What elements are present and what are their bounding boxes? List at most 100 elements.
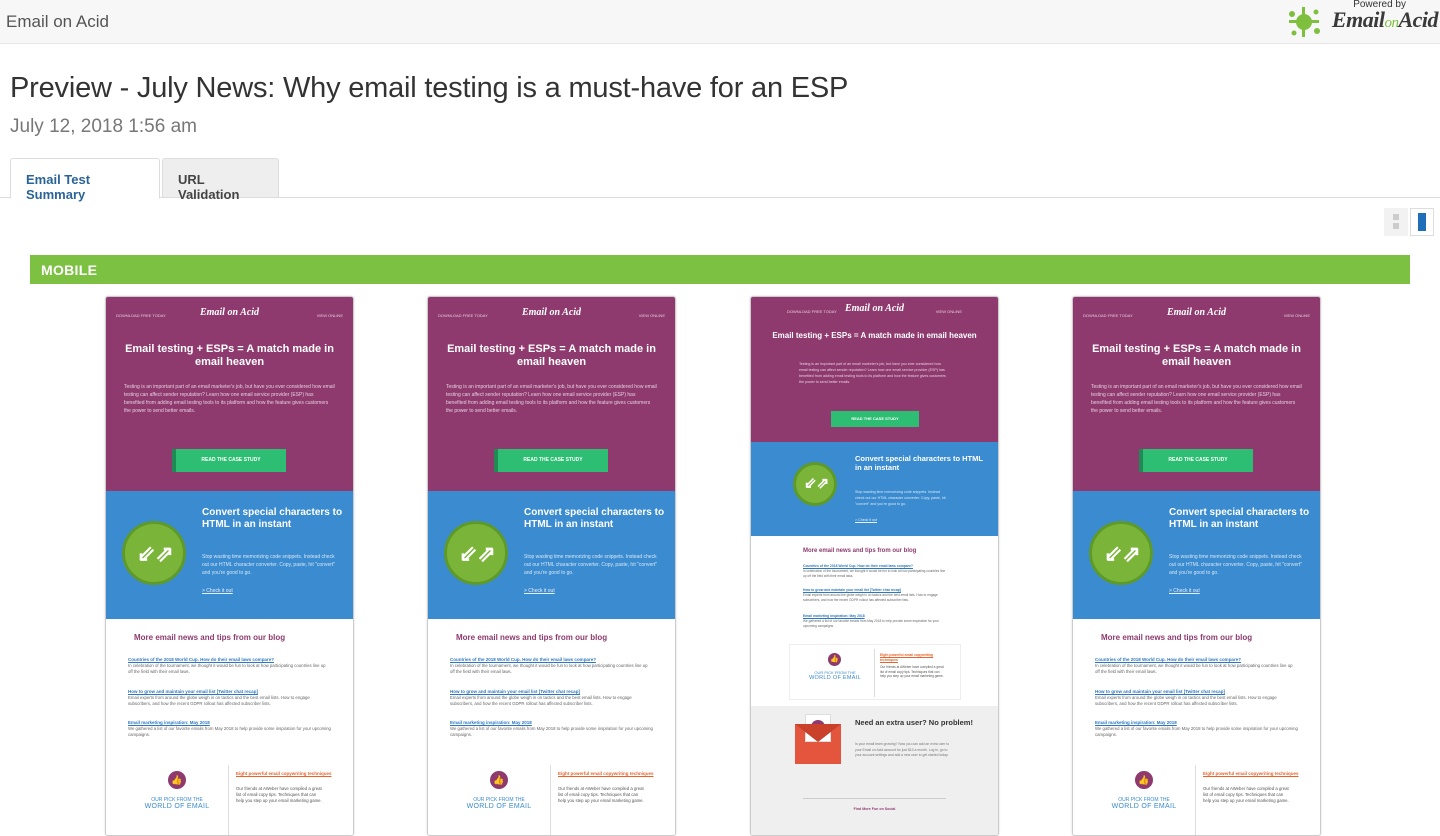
blog-section: More email news and tips from our blog C… <box>751 536 998 706</box>
brand-name: Email on Acid <box>6 12 109 31</box>
list-view-icon[interactable] <box>1410 208 1434 236</box>
hero-section: DOWNLOAD FREE TODAY Email on Acid VIEW O… <box>1073 297 1320 491</box>
blog-item: How to grow and maintain your email list… <box>1095 689 1277 706</box>
blog-item: Email marketing inspiration: May 2018 We … <box>450 720 653 737</box>
promo-section: ⇙⇗ Convert special characters to HTML in… <box>106 491 353 619</box>
section-bar-mobile: MOBILE <box>30 255 1410 284</box>
promo-section: ⇙⇗ Convert special characters to HTML in… <box>1073 491 1320 619</box>
extra-user-title: Need an extra user? No problem! <box>855 718 973 727</box>
blog-item: Countries of the 2018 World Cup. How do … <box>803 564 946 578</box>
blog-item: Countries of the 2018 World Cup. How do … <box>128 657 326 674</box>
blog-item: Email marketing inspiration: May 2018 We … <box>1095 720 1298 737</box>
email-on-acid-logo: Powered by EmailonAcid <box>1286 0 1438 42</box>
download-link: DOWNLOAD FREE TODAY <box>116 313 166 318</box>
promo-title: Convert special characters to HTML in an… <box>202 507 343 530</box>
blog-section: More email news and tips from our blog C… <box>1073 619 1320 835</box>
promo-link: > Check it out <box>524 588 555 594</box>
view-toggle <box>1384 208 1434 236</box>
hero-title: Email testing + ESPs = A match made in e… <box>1092 343 1301 368</box>
pick-section: 👍 OUR PICK FROM THE WORLD OF EMAIL Eight… <box>1073 759 1320 835</box>
promo-body: Stop wasting time memorizing code snippe… <box>202 554 336 576</box>
view-online-link: VIEW ONLINE <box>638 313 665 318</box>
promo-link: > Check it out <box>202 588 233 594</box>
tab-bar: Email Test Summary URL Validation <box>0 158 1440 202</box>
hero-section: DOWNLOAD FREE TODAY Email on Acid VIEW O… <box>751 297 998 442</box>
social-footer: Find More Fun on Social <box>853 807 896 811</box>
tab-email-test-summary[interactable]: Email Test Summary <box>10 158 160 202</box>
hero-section: DOWNLOAD FREE TODAY Email on Acid VIEW O… <box>106 297 353 491</box>
blog-item: How to grow and maintain your email list… <box>450 689 632 706</box>
thumbs-up-icon: 👍 <box>828 653 841 666</box>
hero-body: Testing is an important part of an email… <box>446 384 657 414</box>
cta-button: READ THE CASE STUDY <box>176 449 286 472</box>
pick-section: 👍 OUR PICK FROM THE WORLD OF EMAIL Eight… <box>789 644 961 700</box>
promo-section: ⇙⇗ Convert special characters to HTML in… <box>428 491 675 619</box>
mini-logo: Email on Acid <box>521 307 582 318</box>
tab-url-validation[interactable]: URL Validation <box>162 158 279 202</box>
convert-arrows-icon: ⇙⇗ <box>122 521 186 585</box>
hero-body: Testing is an important part of an email… <box>799 362 946 384</box>
top-bar: Email on Acid Powered by EmailonAcid <box>0 0 1440 44</box>
view-online-link: VIEW ONLINE <box>316 313 343 318</box>
view-online-link: VIEW ONLINE <box>935 309 962 314</box>
thumbs-up-icon: 👍 <box>1135 771 1153 789</box>
convert-arrows-icon: ⇙⇗ <box>1089 521 1153 585</box>
email-preview-card[interactable]: DOWNLOAD FREE TODAY Email on Acid VIEW O… <box>750 296 999 836</box>
blog-item: Email marketing inspiration: May 2018 We … <box>128 720 331 737</box>
blog-heading: More email news and tips from our blog <box>1101 633 1253 642</box>
blog-heading: More email news and tips from our blog <box>803 548 917 554</box>
blog-heading: More email news and tips from our blog <box>456 633 608 642</box>
blog-heading: More email news and tips from our blog <box>134 633 286 642</box>
view-online-link: VIEW ONLINE <box>1283 313 1310 318</box>
hero-title: Email testing + ESPs = A match made in e… <box>447 343 656 368</box>
cta-button: READ THE CASE STUDY <box>831 411 919 427</box>
email-preview-card[interactable]: DOWNLOAD FREE TODAY Email on Acid VIEW O… <box>427 296 676 836</box>
email-preview-card[interactable]: DOWNLOAD FREE TODAY Email on Acid VIEW O… <box>105 296 354 836</box>
mini-logo: Email on Acid <box>844 303 905 314</box>
page-date: July 12, 2018 1:56 am <box>10 116 197 137</box>
hero-section: DOWNLOAD FREE TODAY Email on Acid VIEW O… <box>428 297 675 491</box>
promo-body: Stop wasting time memorizing code snippe… <box>855 490 946 506</box>
hero-title: Email testing + ESPs = A match made in e… <box>125 343 334 368</box>
mini-logo: Email on Acid <box>199 307 260 318</box>
blog-item: Countries of the 2018 World Cup. How do … <box>450 657 648 674</box>
hero-body: Testing is an important part of an email… <box>124 384 335 414</box>
promo-section: ⇙⇗ Convert special characters to HTML in… <box>751 442 998 536</box>
thumbs-up-icon: 👍 <box>168 771 186 789</box>
logo-wordmark: EmailonAcid <box>1331 7 1439 32</box>
blog-section: More email news and tips from our blog C… <box>428 619 675 835</box>
promo-title: Convert special characters to HTML in an… <box>1169 507 1310 530</box>
promo-link: > Check it out <box>855 518 878 522</box>
extra-user-body: Is your email team growing? Now you can … <box>855 742 950 757</box>
promo-link: > Check it out <box>1169 588 1200 594</box>
blog-item: Email marketing inspiration: May 2018 We … <box>803 614 939 628</box>
blog-item: Countries of the 2018 World Cup. How do … <box>1095 657 1293 674</box>
section-label: MOBILE <box>41 262 98 278</box>
thumbs-up-icon: 👍 <box>490 771 508 789</box>
pick-section: 👍 OUR PICK FROM THE WORLD OF EMAIL Eight… <box>428 759 675 835</box>
splat-icon <box>1289 7 1320 37</box>
download-link: DOWNLOAD FREE TODAY <box>1083 313 1133 318</box>
mini-logo: Email on Acid <box>1166 307 1227 318</box>
convert-arrows-icon: ⇙⇗ <box>793 462 837 506</box>
pick-section: 👍 OUR PICK FROM THE WORLD OF EMAIL Eight… <box>106 759 353 835</box>
email-preview-card[interactable]: DOWNLOAD FREE TODAY Email on Acid VIEW O… <box>1072 296 1321 836</box>
envelope-icon: ✓ <box>795 714 841 764</box>
download-link: DOWNLOAD FREE TODAY <box>438 313 488 318</box>
blog-item: How to grow and maintain your email list… <box>803 588 938 602</box>
promo-body: Stop wasting time memorizing code snippe… <box>1169 554 1303 576</box>
extra-user-section: ✓ Need an extra user? No problem! Is you… <box>751 706 998 835</box>
cta-button: READ THE CASE STUDY <box>498 449 608 472</box>
grid-view-icon[interactable] <box>1384 208 1408 236</box>
promo-title: Convert special characters to HTML in an… <box>524 507 665 530</box>
hero-body: Testing is an important part of an email… <box>1091 384 1302 414</box>
promo-body: Stop wasting time memorizing code snippe… <box>524 554 658 576</box>
convert-arrows-icon: ⇙⇗ <box>444 521 508 585</box>
blog-section: More email news and tips from our blog C… <box>106 619 353 835</box>
hero-title: Email testing + ESPs = A match made in e… <box>772 331 977 340</box>
page-title: Preview - July News: Why email testing i… <box>10 72 849 104</box>
cta-button: READ THE CASE STUDY <box>1143 449 1253 472</box>
blog-item: How to grow and maintain your email list… <box>128 689 310 706</box>
promo-title: Convert special characters to HTML in an… <box>855 454 983 472</box>
download-link: DOWNLOAD FREE TODAY <box>787 309 837 314</box>
